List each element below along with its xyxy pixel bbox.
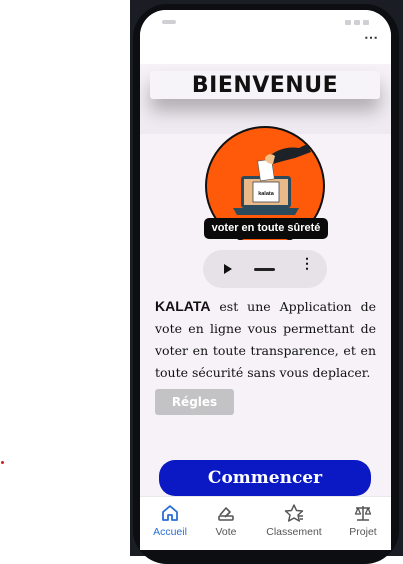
nav-label: Vote: [215, 526, 237, 538]
nav-label: Classement: [266, 526, 322, 538]
nav-item-vote[interactable]: Vote: [206, 497, 246, 550]
nav-item-accueil[interactable]: Accueil: [148, 497, 192, 550]
progress-bar[interactable]: [254, 268, 275, 271]
more-options-icon[interactable]: ⋮: [300, 256, 314, 270]
logo-box-label: kalata: [258, 191, 275, 197]
rules-button[interactable]: Régles: [155, 389, 234, 415]
description-text: KALATA est une Application de vote en li…: [155, 295, 376, 384]
title-area: BIENVENUE: [140, 64, 391, 134]
app-screen: ⋯ BIENVENUE kalata voter en toute sûreté…: [140, 10, 391, 550]
app-bar: ⋯: [140, 10, 391, 64]
status-icons: [345, 20, 369, 25]
play-icon[interactable]: [224, 264, 232, 274]
scale-icon: [354, 506, 372, 521]
red-dot-marker: [1, 461, 4, 464]
audio-player: ⋮: [203, 250, 327, 288]
home-icon: [162, 505, 178, 521]
brand-name: KALATA: [155, 298, 211, 314]
tagline-badge: voter en toute sûreté: [204, 218, 328, 239]
nav-item-classement[interactable]: Classement: [262, 497, 326, 550]
start-button[interactable]: Commencer: [159, 460, 371, 496]
star-icon: [284, 504, 304, 522]
status-indicator: [162, 20, 176, 24]
nav-item-projet[interactable]: Projet: [343, 497, 383, 550]
ballot-icon: [218, 507, 234, 521]
overflow-menu-icon[interactable]: ⋯: [364, 30, 378, 44]
bottom-navigation: Accueil Vote Classement Projet: [140, 496, 391, 550]
nav-label: Projet: [349, 526, 377, 538]
page-title: BIENVENUE: [150, 71, 380, 99]
nav-label: Accueil: [153, 526, 187, 538]
